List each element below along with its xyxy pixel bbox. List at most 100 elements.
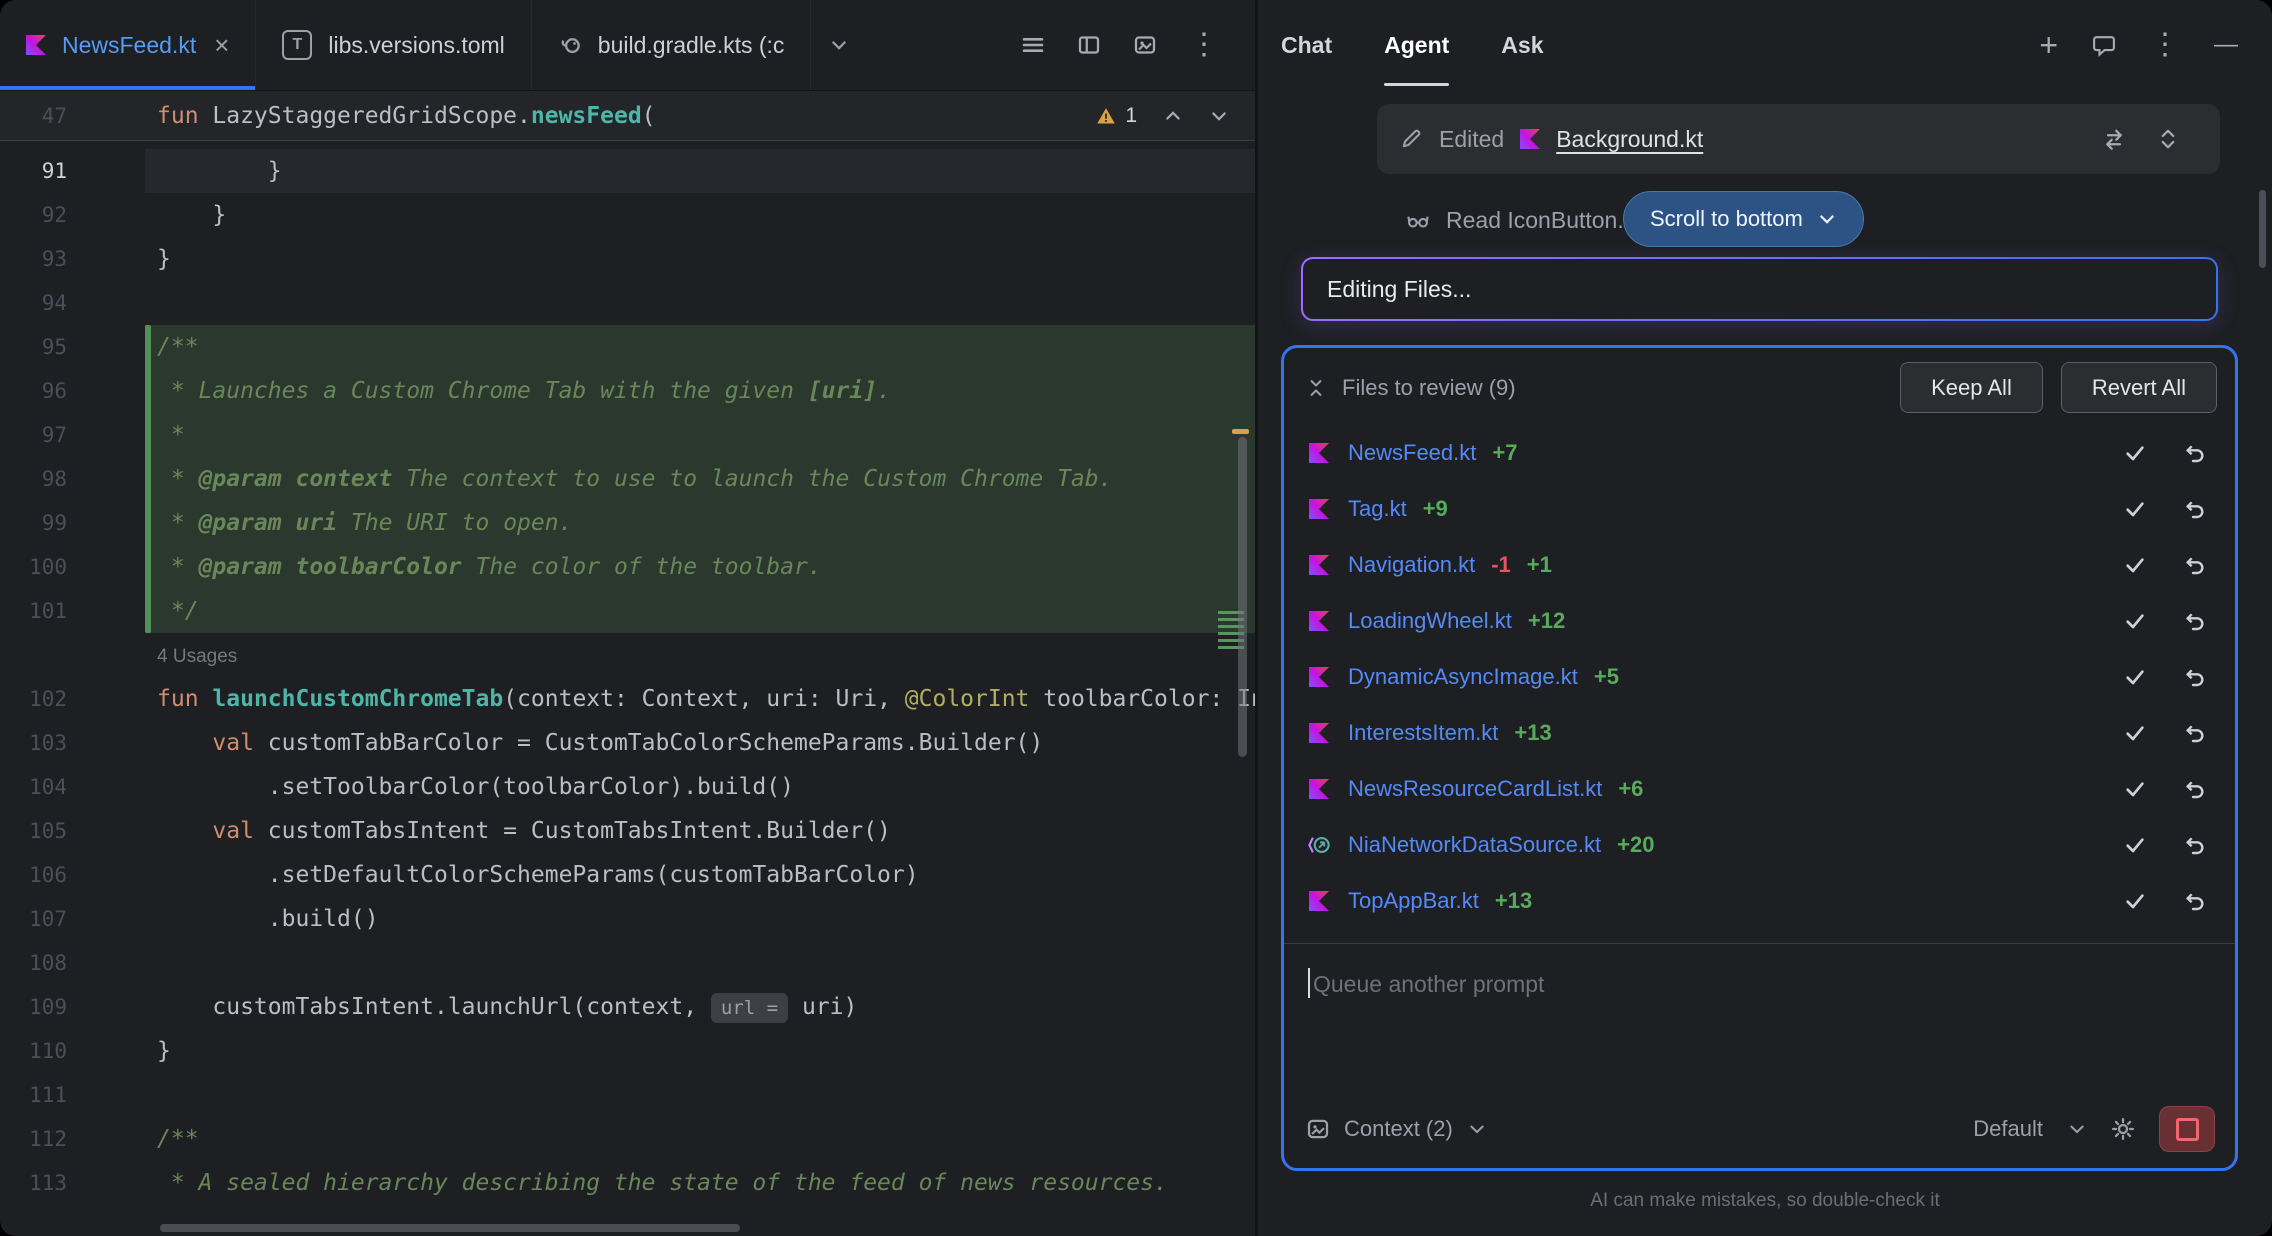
code-line[interactable]: 111 [0, 1073, 1255, 1117]
code-line[interactable]: 96 * Launches a Custom Chrome Tab with t… [0, 369, 1255, 413]
file-name[interactable]: Tag.kt [1348, 496, 1407, 522]
code-line[interactable]: 99 * @param uri The URI to open. [0, 501, 1255, 545]
file-name[interactable]: LoadingWheel.kt [1348, 608, 1512, 634]
vertical-scrollbar[interactable] [1238, 437, 1247, 757]
review-file-row[interactable]: LoadingWheel.kt +12 [1306, 593, 2219, 649]
file-name[interactable]: NewsResourceCardList.kt [1348, 776, 1602, 802]
tab-newsfeed-kt[interactable]: NewsFeed.kt × [0, 0, 256, 90]
review-file-row[interactable]: NewsResourceCardList.kt +6 [1306, 761, 2219, 817]
sticky-code-line[interactable]: 47 fun LazyStaggeredGridScope.newsFeed( … [0, 91, 1255, 141]
next-problem-icon[interactable] [1209, 106, 1229, 126]
review-file-row[interactable]: Navigation.kt -1 +1 [1306, 537, 2219, 593]
settings-gear-icon[interactable] [2111, 1117, 2135, 1141]
view-options-icon[interactable] [1021, 33, 1045, 57]
code-line[interactable]: 112/** [0, 1117, 1255, 1161]
revert-file-button[interactable] [2183, 665, 2207, 689]
hide-panel-icon[interactable]: — [2214, 33, 2238, 57]
code-line[interactable]: 113 * A sealed hierarchy describing the … [0, 1161, 1255, 1205]
show-diff-icon[interactable] [2102, 127, 2126, 151]
keep-file-button[interactable] [2123, 721, 2147, 745]
chat-more-options-icon[interactable]: ⋮ [2150, 30, 2180, 60]
prev-problem-icon[interactable] [1163, 106, 1183, 126]
code-line[interactable]: 110} [0, 1029, 1255, 1073]
stop-button[interactable] [2159, 1106, 2215, 1152]
review-file-row[interactable]: TopAppBar.kt +13 [1306, 873, 2219, 929]
review-file-row[interactable]: NiaNetworkDataSource.kt +20 [1306, 817, 2219, 873]
code-line[interactable]: 4 Usages [0, 633, 1255, 677]
file-name[interactable]: Navigation.kt [1348, 552, 1475, 578]
revert-file-button[interactable] [2183, 833, 2207, 857]
code-line[interactable]: 100 * @param toolbarColor The color of t… [0, 545, 1255, 589]
revert-file-button[interactable] [2183, 721, 2207, 745]
code-editor[interactable]: 91 }92 }93}9495/**96 * Launches a Custom… [0, 141, 1255, 1236]
code-line[interactable]: 109 customTabsIntent.launchUrl(context, … [0, 985, 1255, 1029]
keep-file-button[interactable] [2123, 441, 2147, 465]
screenshot-icon[interactable] [1133, 33, 1157, 57]
code-line[interactable]: 101 */ [0, 589, 1255, 633]
context-selector[interactable]: Context (2) [1344, 1116, 1453, 1142]
edited-file-link[interactable]: Background.kt [1556, 126, 1703, 153]
code-line[interactable]: 98 * @param context The context to use t… [0, 457, 1255, 501]
warning-badge[interactable]: 1 [1096, 104, 1137, 128]
code-line[interactable]: 94 [0, 281, 1255, 325]
code-line[interactable]: 105 val customTabsIntent = CustomTabsInt… [0, 809, 1255, 853]
hidden-tabs-dropdown[interactable] [811, 0, 867, 90]
collapse-icon[interactable] [1306, 378, 1326, 398]
revert-all-button[interactable]: Revert All [2061, 362, 2217, 413]
diff-added-count: +13 [1495, 888, 1532, 914]
review-file-row[interactable]: NewsFeed.kt +7 [1306, 425, 2219, 481]
code-line[interactable]: 104 .setToolbarColor(toolbarColor).build… [0, 765, 1255, 809]
revert-file-button[interactable] [2183, 889, 2207, 913]
code-line[interactable]: 97 * [0, 413, 1255, 457]
revert-file-button[interactable] [2183, 609, 2207, 633]
code-line[interactable]: 107 .build() [0, 897, 1255, 941]
keep-all-button[interactable]: Keep All [1900, 362, 2043, 413]
file-name[interactable]: DynamicAsyncImage.kt [1348, 664, 1578, 690]
code-line[interactable]: 108 [0, 941, 1255, 985]
code-line[interactable]: 93} [0, 237, 1255, 281]
review-file-row[interactable]: Tag.kt +9 [1306, 481, 2219, 537]
keep-file-button[interactable] [2123, 497, 2147, 521]
chat-history-icon[interactable] [2092, 33, 2116, 57]
new-chat-icon[interactable]: + [2039, 29, 2058, 61]
model-selector[interactable]: Default [1973, 1116, 2043, 1142]
chat-scrollbar[interactable] [2259, 190, 2266, 268]
review-file-row[interactable]: DynamicAsyncImage.kt +5 [1306, 649, 2219, 705]
file-name[interactable]: InterestsItem.kt [1348, 720, 1498, 746]
close-icon[interactable]: × [214, 32, 229, 58]
code-line[interactable]: 92 } [0, 193, 1255, 237]
tab-build-gradle-kts[interactable]: build.gradle.kts (:c [532, 0, 812, 90]
chevron-down-icon[interactable] [2067, 1119, 2087, 1139]
tab-ask[interactable]: Ask [1501, 0, 1543, 90]
code-line[interactable]: 106 .setDefaultColorSchemeParams(customT… [0, 853, 1255, 897]
file-name[interactable]: TopAppBar.kt [1348, 888, 1479, 914]
tab-agent[interactable]: Agent [1384, 0, 1449, 90]
keep-file-button[interactable] [2123, 665, 2147, 689]
expand-collapse-icon[interactable] [2156, 127, 2180, 151]
file-name[interactable]: NewsFeed.kt [1348, 440, 1476, 466]
more-options-icon[interactable]: ⋮ [1189, 30, 1219, 60]
add-context-icon[interactable] [1306, 1117, 1330, 1141]
code-line[interactable]: 102fun launchCustomChromeTab(context: Co… [0, 677, 1255, 721]
review-file-row[interactable]: InterestsItem.kt +13 [1306, 705, 2219, 761]
revert-file-button[interactable] [2183, 777, 2207, 801]
revert-file-button[interactable] [2183, 553, 2207, 577]
revert-file-button[interactable] [2183, 497, 2207, 521]
file-name[interactable]: NiaNetworkDataSource.kt [1348, 832, 1601, 858]
keep-file-button[interactable] [2123, 777, 2147, 801]
prompt-input[interactable]: Queue another prompt [1284, 944, 2235, 1106]
code-line[interactable]: 91 } [0, 149, 1255, 193]
chevron-down-icon[interactable] [1467, 1119, 1487, 1139]
horizontal-scrollbar[interactable] [160, 1224, 740, 1232]
code-line[interactable]: 103 val customTabBarColor = CustomTabCol… [0, 721, 1255, 765]
keep-file-button[interactable] [2123, 833, 2147, 857]
revert-file-button[interactable] [2183, 441, 2207, 465]
keep-file-button[interactable] [2123, 889, 2147, 913]
keep-file-button[interactable] [2123, 553, 2147, 577]
code-line[interactable]: 95/** [0, 325, 1255, 369]
keep-file-button[interactable] [2123, 609, 2147, 633]
tab-libs-versions-toml[interactable]: T libs.versions.toml [256, 0, 531, 90]
scroll-to-bottom-button[interactable]: Scroll to bottom [1623, 191, 1864, 247]
split-editor-icon[interactable] [1077, 33, 1101, 57]
tab-chat[interactable]: Chat [1281, 0, 1332, 90]
